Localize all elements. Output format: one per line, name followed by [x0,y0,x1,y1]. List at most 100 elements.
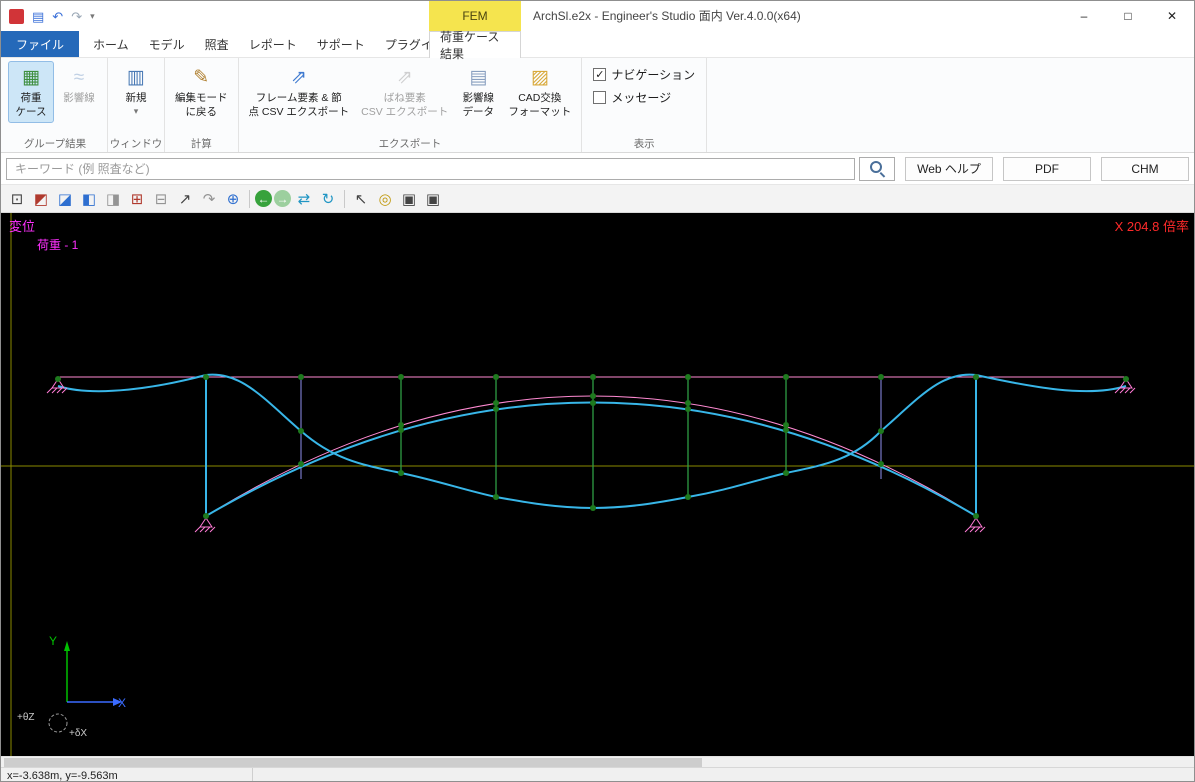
snapshot-add-icon[interactable]: ▣ [422,188,444,210]
center-target-icon[interactable]: ⊕ [222,188,244,210]
window-section: ▥ 新規 ▾ ウィンドウ [108,58,165,152]
ribbon: ▦ 荷重 ケース ≈ 影響線 グループ結果 ▥ 新規 ▾ ウィンドウ ✎ 編集モ… [1,58,1194,153]
zoom-extents-icon[interactable]: ↗ [174,188,196,210]
minimize-button[interactable]: – [1062,1,1106,31]
load-case-overlay-label: 荷重 - 1 [37,238,79,252]
secondary-members [301,377,881,479]
view-top-icon[interactable]: ◨ [102,188,124,210]
horizontal-scrollbar[interactable] [1,756,1194,767]
influence-line-button[interactable]: ≈ 影響線 [56,61,102,109]
displacement-plot: 変位 荷重 - 1 X 204.8 倍率 Y X +θZ +δX [1,213,1194,756]
cursor-coordinates: x=-3.638m, y=-9.563m [1,768,253,782]
new-window-icon: ▥ [123,65,149,91]
save-icon[interactable]: ▤ [32,9,44,24]
refresh-icon[interactable]: ↻ [317,188,339,210]
maximize-button[interactable]: □ [1106,1,1150,31]
zoom-region-icon[interactable]: ◎ [374,188,396,210]
view-toolbar: ⊡ ◩ ◪ ◧ ◨ ⊞ ⊟ ↗ ↷ ⊕ ← → ⇄ ↻ ↖ ◎ ▣ ▣ [1,185,1194,213]
zoom-window-icon[interactable]: ⊞ [126,188,148,210]
back-to-edit-label-2: に戻る [186,106,218,119]
export-section: ⇗ フレーム要素 & 節 点 CSV エクスポート ⇗ ばね要素 CSV エクス… [239,58,583,152]
model-canvas[interactable]: 変位 荷重 - 1 X 204.8 倍率 Y X +θZ +δX [1,213,1194,756]
pdf-button[interactable]: PDF [1003,157,1091,181]
influence-line-label: 影響線 [63,92,95,105]
tab-model[interactable]: モデル [139,31,195,57]
pointer-icon[interactable]: ↖ [350,188,372,210]
navigation-checkbox[interactable]: ✓ ナビゲーション [593,66,695,83]
cad-format-icon: ▨ [527,65,553,91]
frame-csv-label-2: 点 CSV エクスポート [249,106,350,119]
spring-csv-label-2: CSV エクスポート [361,106,448,119]
chm-button[interactable]: CHM [1101,157,1189,181]
check-icon: ✓ [595,69,604,81]
cad-format-button[interactable]: ▨ CAD交換 フォーマット [503,61,576,123]
message-checkbox[interactable]: メッセージ [593,89,695,106]
select-region-icon[interactable]: ⊡ [6,188,28,210]
tab-load-case-results[interactable]: 荷重ケース結果 [429,31,521,58]
rotation-indicator-icon [49,714,67,732]
group-label-export: エクスポート [239,136,582,151]
toolbar-separator [249,190,250,208]
tab-report[interactable]: レポート [239,31,307,57]
frame-csv-export-button[interactable]: ⇗ フレーム要素 & 節 点 CSV エクスポート [244,61,355,123]
influence-data-button[interactable]: ▤ 影響線 データ [455,61,501,123]
undo-icon[interactable]: ↶ [52,9,63,24]
model-nodes [55,374,1129,519]
spring-csv-label-1: ばね要素 [384,92,426,105]
delta-x-label: +δX [69,728,87,739]
web-help-button[interactable]: Web ヘルプ [905,157,993,181]
fem-contextual-tab-header[interactable]: FEM [429,1,521,31]
axis-guides [1,213,1194,756]
scale-factor-label: X 204.8 倍率 [1115,219,1189,234]
snapshot-icon[interactable]: ▣ [398,188,420,210]
new-window-label: 新規 [126,92,147,105]
view-iso-icon[interactable]: ◩ [30,188,52,210]
group-label-calc: 計算 [165,136,238,151]
zoom-out-icon[interactable]: ⊟ [150,188,172,210]
app-window: ▤ ↶ ↷ ▾ FEM ArchSl.e2x - Engineer's Stud… [0,0,1195,782]
tab-home[interactable]: ホーム [83,31,139,57]
load-case-icon: ▦ [18,65,44,91]
new-window-dropdown-icon[interactable]: ▾ [134,106,139,117]
keyword-search-input[interactable] [6,158,855,180]
nav-forward-icon[interactable]: → [274,190,291,207]
scrollbar-thumb[interactable] [4,758,702,767]
y-axis-label: Y [49,634,57,648]
view-side-icon[interactable]: ◧ [78,188,100,210]
ribbon-tab-row: ファイル ホーム モデル 照査 レポート サポート プラグイン 荷重ケース結果 [1,31,1194,58]
search-icon [870,161,885,176]
quick-access-toolbar: ▤ ↶ ↷ ▾ [1,9,95,24]
x-axis-label: X [118,696,126,710]
back-to-edit-button[interactable]: ✎ 編集モード に戻る [170,61,233,123]
spring-csv-export-button[interactable]: ⇗ ばね要素 CSV エクスポート [356,61,453,123]
cad-format-label-1: CAD交換 [518,92,561,105]
influence-line-icon: ≈ [66,65,92,91]
axis-indicator: Y X +θZ +δX [17,634,126,739]
cad-format-label-2: フォーマット [508,106,571,119]
close-button[interactable]: ✕ [1150,1,1194,31]
message-label: メッセージ [611,89,671,106]
status-bar: x=-3.638m, y=-9.563m [1,767,1194,782]
group-results-section: ▦ 荷重 ケース ≈ 影響線 グループ結果 [3,58,108,152]
frame-csv-label-1: フレーム要素 & 節 [256,92,342,105]
tab-check[interactable]: 照査 [195,31,239,57]
message-checkbox-box [593,91,606,104]
refresh-swap-icon[interactable]: ⇄ [293,188,315,210]
search-button[interactable] [859,157,895,181]
qat-dropdown-icon[interactable]: ▾ [90,11,95,22]
influence-data-icon: ▤ [465,65,491,91]
spring-csv-icon: ⇗ [392,65,418,91]
view-front-icon[interactable]: ◪ [54,188,76,210]
load-case-button[interactable]: ▦ 荷重 ケース [8,61,54,123]
tab-file[interactable]: ファイル [1,31,79,57]
navigation-checkbox-box: ✓ [593,68,606,81]
new-window-button[interactable]: ▥ 新規 ▾ [113,61,159,121]
influence-data-label-1: 影響線 [463,92,495,105]
load-case-label-1: 荷重 [21,92,42,105]
nav-back-icon[interactable]: ← [255,190,272,207]
orbit-icon[interactable]: ↷ [198,188,220,210]
edit-mode-icon: ✎ [188,65,214,91]
redo-icon[interactable]: ↷ [71,9,82,24]
tab-support[interactable]: サポート [307,31,375,57]
load-case-label-2: ケース [16,106,47,119]
